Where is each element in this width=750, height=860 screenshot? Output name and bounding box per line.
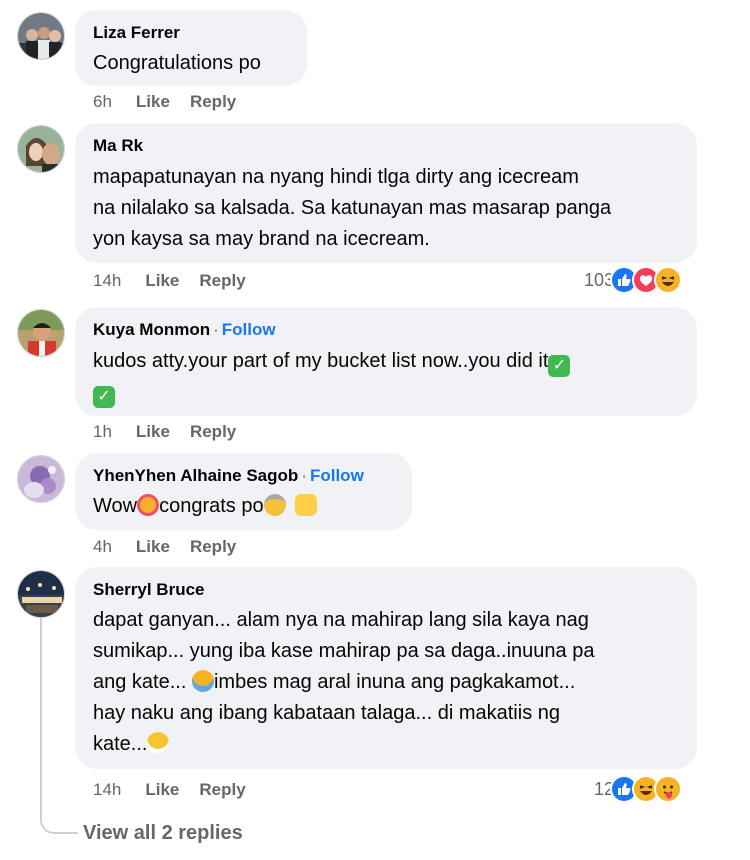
comment-time[interactable]: 6h <box>93 92 112 111</box>
reply-button[interactable]: Reply <box>199 271 245 290</box>
reaction-summary[interactable]: 12 <box>594 772 683 806</box>
comment-text-line: dapat ganyan... alam nya na mahirap lang… <box>93 609 589 631</box>
comment-text-line: sumikap... yung iba kase mahirap pa sa d… <box>93 640 595 662</box>
comment-text-line: kudos atty.your part of my bucket list n… <box>93 350 549 372</box>
commenter-name[interactable]: YhenYhen Alhaine Sagob <box>93 466 298 485</box>
reply-button[interactable]: Reply <box>190 92 236 111</box>
view-replies-link[interactable]: View all 2 replies <box>83 822 243 845</box>
raising-hands-emoji-icon <box>295 494 318 516</box>
like-button[interactable]: Like <box>145 780 179 799</box>
reply-button[interactable]: Reply <box>190 422 236 441</box>
comment-actions: 14h Like Reply <box>93 270 266 292</box>
reply-button[interactable]: Reply <box>190 537 236 556</box>
avatar[interactable] <box>17 309 65 357</box>
comment-time[interactable]: 4h <box>93 537 112 556</box>
face-with-tears-of-joy-emoji-icon <box>191 670 214 692</box>
comment-text-part: congrats po <box>159 495 264 517</box>
check-mark-emoji-icon: ✓ <box>93 386 115 408</box>
comment-text-line: yon kaysa sa may brand na icecream. <box>93 228 430 250</box>
face-with-cowboy-hat-emoji-icon <box>263 494 286 516</box>
follow-button[interactable]: Follow <box>222 320 276 339</box>
check-mark-emoji-icon: ✓ <box>548 355 571 377</box>
comment-actions: 1h Like Reply <box>93 421 256 443</box>
comment-text: Congratulations po <box>93 52 261 74</box>
comment-text-part: Wow <box>93 495 138 517</box>
comment-bubble: Liza Ferrer Congratulations po <box>75 10 307 86</box>
haha-icon <box>654 266 683 294</box>
avatar[interactable] <box>17 125 65 173</box>
avatar[interactable] <box>17 570 65 618</box>
comment-time[interactable]: 14h <box>93 780 121 799</box>
comment-text-line: hay naku ang ibang kabataan talaga... di… <box>93 702 560 724</box>
smiling-face-with-hearts-emoji-icon <box>137 494 160 516</box>
comment-text: Wow congrats po <box>93 491 394 522</box>
comment-bubble: Kuya Monmon · Follow kudos atty.your part … <box>75 307 697 416</box>
comment-bubble: YhenYhen Alhaine Sagob · Follow Wow congrat… <box>75 453 412 530</box>
like-button[interactable]: Like <box>136 92 170 111</box>
like-button[interactable]: Like <box>136 537 170 556</box>
comment-actions: 4h Like Reply <box>93 536 256 558</box>
comment-text: dapat ganyan... alam nya na mahirap lang… <box>93 605 679 760</box>
commenter-name[interactable]: Ma Rk <box>93 136 143 155</box>
reaction-summary[interactable]: 103 <box>584 263 683 297</box>
care-icon <box>654 775 683 803</box>
avatar[interactable] <box>17 455 65 503</box>
comment-actions: 6h Like Reply <box>93 91 256 113</box>
comment-text: kudos atty.your part of my bucket list n… <box>93 346 679 408</box>
comment-bubble: Sherryl Bruce dapat ganyan... alam nya n… <box>75 567 697 769</box>
reply-button[interactable]: Reply <box>199 780 245 799</box>
comment-text-line: ang kate... <box>93 671 192 693</box>
comment-bubble: Ma Rk mapapatunayan na nyang hindi tlga … <box>75 123 697 263</box>
like-button[interactable]: Like <box>136 422 170 441</box>
comment-time[interactable]: 1h <box>93 422 112 441</box>
comment-text-line: na nilalako sa kalsada. Sa katunayan mas… <box>93 197 612 219</box>
follow-button[interactable]: Follow <box>310 466 364 485</box>
grinning-face-emoji-icon <box>147 732 170 754</box>
commenter-name[interactable]: Kuya Monmon <box>93 320 210 339</box>
comment-actions: 14h Like Reply <box>93 779 266 801</box>
comment-text: mapapatunayan na nyang hindi tlga dirty … <box>93 162 679 255</box>
comment-text-line: mapapatunayan na nyang hindi tlga dirty … <box>93 166 579 188</box>
commenter-name[interactable]: Sherryl Bruce <box>93 580 205 599</box>
comment-text-line: imbes mag aral inuna ang pagkakamot... <box>213 671 576 693</box>
separator-dot: · <box>213 320 219 339</box>
separator-dot: · <box>301 466 307 485</box>
avatar[interactable] <box>17 12 65 60</box>
commenter-name[interactable]: Liza Ferrer <box>93 23 180 42</box>
reply-thread-line <box>40 618 78 834</box>
like-button[interactable]: Like <box>145 271 179 290</box>
comment-text-line: kate... <box>93 733 148 755</box>
comment-time[interactable]: 14h <box>93 271 121 290</box>
